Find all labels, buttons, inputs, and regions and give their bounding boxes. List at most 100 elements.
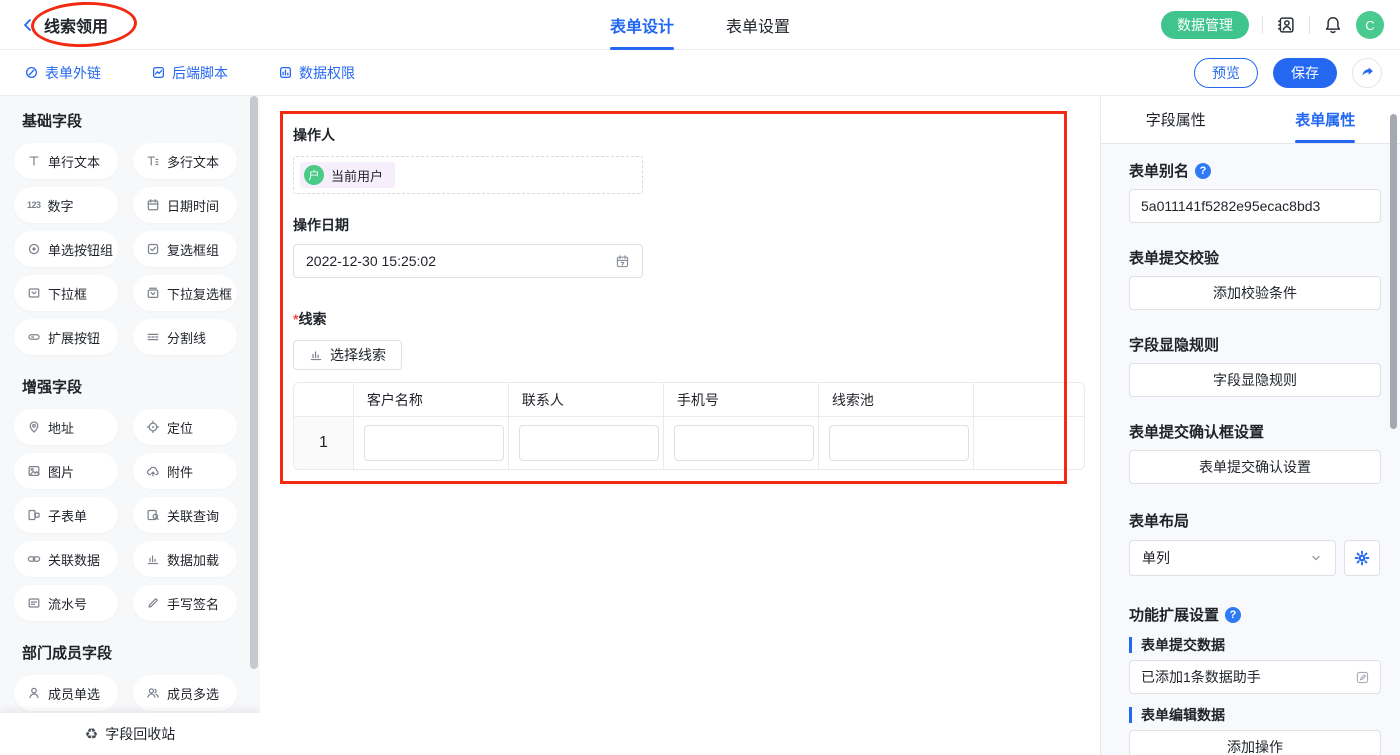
field-button-serial-number[interactable]: 流水号 — [14, 585, 118, 621]
share-button[interactable] — [1352, 58, 1382, 88]
leads-field[interactable]: *线索 选择线索 客户名称 联系人 手机号 线索池 — [293, 309, 1100, 470]
address-book-icon[interactable] — [1276, 15, 1296, 35]
submit-data-box[interactable]: 已添加1条数据助手 — [1129, 660, 1381, 694]
properties-tabs: 字段属性 表单属性 — [1101, 96, 1400, 144]
submit-confirm-button[interactable]: 表单提交确认设置 — [1129, 450, 1381, 484]
field-button-linked-data[interactable]: 关联数据 — [14, 541, 118, 577]
number-123-icon: 123 — [27, 200, 41, 210]
member-single-icon — [27, 686, 41, 700]
bar-chart-icon — [309, 348, 323, 362]
row-index: 1 — [294, 417, 354, 469]
lead-pool-input[interactable] — [829, 425, 969, 461]
operator-value-box[interactable]: 户 当前用户 — [293, 156, 643, 194]
field-button-address[interactable]: 地址 — [14, 409, 118, 445]
sidebar-scrollbar[interactable] — [250, 96, 258, 669]
field-button-attachment[interactable]: 附件 — [133, 453, 237, 489]
add-operation-button[interactable]: 添加操作 — [1129, 730, 1381, 755]
field-button-number[interactable]: 123 数字 — [14, 187, 118, 223]
field-button-radio-group[interactable]: 单选按钮组 — [14, 231, 118, 267]
field-button-divider[interactable]: 分割线 — [133, 319, 237, 355]
edit-icon[interactable] — [1355, 670, 1370, 685]
member-multi-icon — [146, 686, 160, 700]
avatar[interactable]: C — [1356, 11, 1384, 39]
field-button-select[interactable]: 下拉框 — [14, 275, 118, 311]
date-input[interactable]: 2022-12-30 15:25:02 — [293, 244, 643, 278]
phone-input[interactable] — [674, 425, 814, 461]
properties-scrollbar[interactable] — [1390, 114, 1397, 429]
header: 线索领用 表单设计 表单设置 数据管理 C — [0, 0, 1400, 50]
field-button-single-line-text[interactable]: 单行文本 — [14, 143, 118, 179]
help-icon[interactable]: ? — [1225, 607, 1241, 623]
single-line-text-icon — [27, 154, 41, 168]
field-button-image[interactable]: 图片 — [14, 453, 118, 489]
data-manage-button[interactable]: 数据管理 — [1161, 11, 1249, 39]
bar-chart-icon — [146, 552, 160, 566]
calendar-icon — [146, 198, 160, 212]
field-label: *线索 — [293, 309, 1100, 329]
user-circle-icon: 户 — [304, 165, 324, 185]
basic-fields-grid: 单行文本 多行文本 123 数字 日期时间 单选按钮组 — [14, 143, 260, 355]
toolbar-actions: 预览 保存 — [1194, 58, 1382, 88]
tab-form-design[interactable]: 表单设计 — [610, 0, 674, 50]
field-recycle-bin[interactable]: ♻ 字段回收站 — [0, 713, 260, 755]
image-icon — [27, 464, 41, 478]
field-button-datetime[interactable]: 日期时间 — [133, 187, 237, 223]
field-button-member-single[interactable]: 成员单选 — [14, 675, 118, 711]
field-button-data-load[interactable]: 数据加载 — [133, 541, 237, 577]
submit-confirm-heading: 表单提交确认框设置 — [1129, 421, 1380, 442]
customer-name-input[interactable] — [364, 425, 504, 461]
visibility-rules-heading: 字段显隐规则 — [1129, 334, 1380, 355]
notification-bell-icon[interactable] — [1323, 15, 1343, 35]
tab-field-properties[interactable]: 字段属性 — [1101, 96, 1251, 143]
pill-button-icon — [27, 330, 41, 344]
column-header: 手机号 — [664, 383, 819, 416]
signature-icon — [146, 596, 160, 610]
preview-button[interactable]: 预览 — [1194, 58, 1258, 88]
form-alias-input[interactable] — [1129, 189, 1381, 223]
form-canvas: 操作人 户 当前用户 操作日期 2022-12-30 15:25:02 — [260, 96, 1100, 755]
operator-field[interactable]: 操作人 户 当前用户 — [293, 125, 1100, 194]
field-button-signature[interactable]: 手写签名 — [133, 585, 237, 621]
checkbox-icon — [146, 242, 160, 256]
form-layout-heading: 表单布局 — [1129, 510, 1380, 531]
serial-number-icon — [27, 596, 41, 610]
section-title-enhanced: 增强字段 — [0, 376, 260, 397]
visibility-rules-button[interactable]: 字段显隐规则 — [1129, 363, 1381, 397]
data-permission-button[interactable]: 数据权限 — [278, 63, 355, 83]
field-button-member-multi[interactable]: 成员多选 — [133, 675, 237, 711]
column-header: 客户名称 — [354, 383, 509, 416]
contact-input[interactable] — [519, 425, 659, 461]
header-actions: 数据管理 C — [1161, 0, 1384, 50]
column-header: 线索池 — [819, 383, 974, 416]
backend-script-button[interactable]: 后端脚本 — [151, 63, 228, 83]
field-label: 操作人 — [293, 125, 1100, 145]
field-button-checkbox-group[interactable]: 复选框组 — [133, 231, 237, 267]
field-button-multi-line-text[interactable]: 多行文本 — [133, 143, 237, 179]
enhanced-fields-grid: 地址 定位 图片 附件 子表单 — [14, 409, 260, 621]
page-title: 线索领用 — [44, 13, 108, 37]
date-field[interactable]: 操作日期 2022-12-30 15:25:02 — [293, 215, 1100, 278]
field-button-subform[interactable]: 子表单 — [14, 497, 118, 533]
save-button[interactable]: 保存 — [1273, 58, 1337, 88]
section-title-basic: 基础字段 — [0, 110, 260, 131]
column-header-empty — [974, 383, 1085, 416]
multi-line-text-icon — [146, 154, 160, 168]
layout-settings-button[interactable] — [1344, 540, 1380, 576]
field-button-multi-select[interactable]: 下拉复选框 — [133, 275, 237, 311]
main-layout: 基础字段 单行文本 多行文本 123 数字 日期时间 — [0, 96, 1400, 755]
tab-form-properties[interactable]: 表单属性 — [1251, 96, 1400, 143]
radio-icon — [27, 242, 41, 256]
layout-select[interactable]: 单列 — [1129, 540, 1336, 576]
tab-form-settings[interactable]: 表单设置 — [726, 0, 790, 50]
multi-select-icon — [146, 286, 160, 300]
add-validation-button[interactable]: 添加校验条件 — [1129, 276, 1381, 310]
select-leads-button[interactable]: 选择线索 — [293, 340, 402, 370]
header-tabs: 表单设计 表单设置 — [610, 0, 790, 50]
back-button[interactable] — [20, 17, 36, 33]
help-icon[interactable]: ? — [1195, 163, 1211, 179]
field-button-locate[interactable]: 定位 — [133, 409, 237, 445]
external-link-button[interactable]: 表单外链 — [24, 63, 101, 83]
form-alias-heading: 表单别名 ? — [1129, 160, 1380, 181]
field-button-extend-button[interactable]: 扩展按钮 — [14, 319, 118, 355]
field-button-linked-query[interactable]: 关联查询 — [133, 497, 237, 533]
